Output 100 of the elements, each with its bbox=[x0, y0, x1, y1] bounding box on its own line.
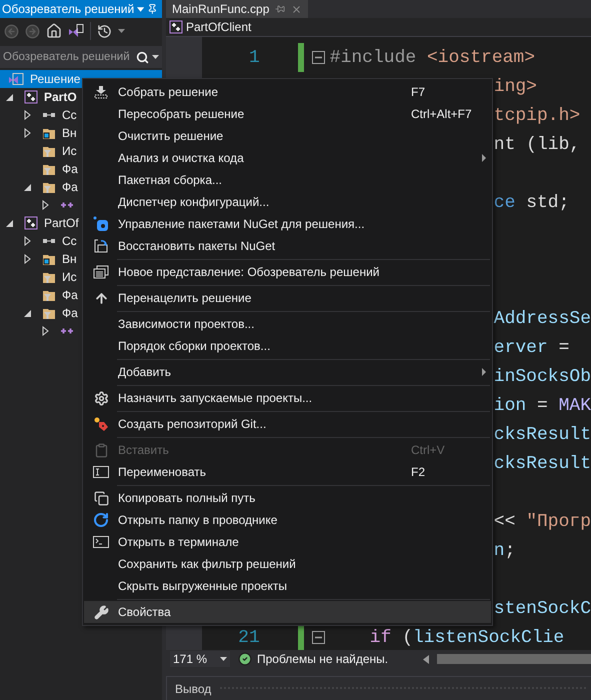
collapsed-arrow-icon[interactable] bbox=[24, 128, 31, 138]
folder-icon bbox=[42, 252, 56, 266]
build-icon bbox=[94, 85, 108, 99]
menu-item[interactable]: Сохранить как фильтр решений bbox=[84, 553, 491, 575]
expanded-arrow-icon[interactable] bbox=[24, 310, 31, 316]
menu-item[interactable]: Восстановить пакеты NuGet bbox=[84, 235, 491, 257]
menu-item[interactable]: Переименовать F2 bbox=[84, 461, 491, 483]
tree-item[interactable]: Вн bbox=[0, 124, 77, 142]
menu-item[interactable]: Пересобрать решение Ctrl+Alt+F7 bbox=[84, 103, 491, 125]
plus-plus-icon bbox=[60, 326, 74, 336]
tree-label: Сс bbox=[62, 234, 77, 248]
redo-arrow-icon bbox=[93, 512, 109, 528]
dropdown-caret-icon bbox=[220, 657, 227, 661]
code-line: erver = bbox=[494, 338, 570, 358]
menu-item[interactable]: Перенацелить решение bbox=[84, 287, 491, 309]
close-icon[interactable] bbox=[291, 4, 302, 14]
collapsed-arrow-icon[interactable] bbox=[42, 200, 49, 210]
zoom-dropdown[interactable]: 171 % bbox=[170, 651, 230, 667]
expanded-arrow-icon[interactable] bbox=[6, 220, 13, 226]
project-icon bbox=[169, 20, 183, 34]
expanded-arrow-icon[interactable] bbox=[6, 94, 13, 100]
history-icon[interactable] bbox=[97, 24, 112, 38]
menu-item[interactable]: Назначить запускаемые проекты... bbox=[84, 387, 491, 409]
collapsed-arrow-icon[interactable] bbox=[42, 326, 49, 336]
code-line: AddressSe bbox=[494, 308, 591, 328]
tree-item[interactable]: Фа bbox=[0, 178, 78, 196]
menu-item[interactable]: Открыть папку в проводнике bbox=[84, 509, 491, 531]
menu-item[interactable]: Анализ и очистка кода bbox=[84, 147, 491, 169]
search-icon[interactable] bbox=[136, 50, 149, 64]
code-line: #include <iostream> bbox=[330, 48, 536, 68]
tree-label: Ис bbox=[62, 270, 77, 284]
menu-item[interactable]: Пакетная сборка... bbox=[84, 169, 491, 191]
menu-item[interactable]: Скрыть выгруженные проекты bbox=[84, 575, 491, 597]
collapsed-arrow-icon[interactable] bbox=[24, 254, 31, 264]
solution-view-icon[interactable] bbox=[68, 23, 84, 39]
shortcut-text: F2 bbox=[411, 465, 426, 479]
collapsed-arrow-icon[interactable] bbox=[24, 110, 31, 120]
menu-item[interactable]: Очистить решение bbox=[84, 125, 491, 147]
window-icon bbox=[93, 265, 109, 279]
tag-icon bbox=[93, 416, 109, 432]
line-number: 1 bbox=[248, 48, 261, 68]
tree-item[interactable]: Ис bbox=[0, 142, 77, 160]
menu-item[interactable]: Копировать полный путь bbox=[84, 487, 491, 509]
scroll-left-icon[interactable] bbox=[423, 654, 429, 664]
menu-item[interactable]: Новое представление: Обозреватель решений bbox=[84, 261, 491, 283]
pin-icon[interactable] bbox=[275, 4, 286, 14]
menu-item[interactable]: Свойства bbox=[84, 601, 491, 623]
restore-icon bbox=[93, 238, 109, 254]
code-line: cksResult bbox=[494, 454, 591, 474]
collapse-icon[interactable] bbox=[312, 51, 325, 64]
filter-folder-icon bbox=[42, 162, 56, 176]
tree-item[interactable]: PartO bbox=[0, 88, 77, 106]
tree-item[interactable]: Ис bbox=[0, 268, 77, 286]
wrench-icon bbox=[94, 604, 108, 620]
filter-folder-icon bbox=[42, 144, 56, 158]
collapsed-arrow-icon[interactable] bbox=[24, 236, 31, 246]
home-icon[interactable] bbox=[46, 23, 62, 39]
rename-icon bbox=[93, 466, 109, 478]
collapse-icon[interactable] bbox=[312, 631, 325, 644]
package-icon bbox=[93, 216, 109, 232]
menu-item[interactable]: Диспетчер конфигураций... bbox=[84, 191, 491, 213]
tree-label: Вн bbox=[62, 126, 77, 140]
menu-item[interactable]: Создать репозиторий Git... bbox=[84, 413, 491, 435]
dropdown-caret-icon[interactable] bbox=[118, 29, 125, 33]
menu-item[interactable]: Управление пакетами NuGet для решения... bbox=[84, 213, 491, 235]
project-dropdown[interactable]: PartOfClient bbox=[166, 18, 591, 36]
menu-item[interactable]: Зависимости проектов... bbox=[84, 313, 491, 335]
tree-label: PartOf bbox=[44, 216, 79, 230]
tree-item[interactable]: PartOf bbox=[0, 214, 79, 232]
dropdown-caret-icon[interactable] bbox=[137, 6, 144, 12]
code-line: ing> bbox=[494, 76, 537, 96]
tree-item[interactable]: Вн bbox=[0, 250, 77, 268]
tree-item[interactable]: Сс bbox=[0, 106, 77, 124]
status-text: Проблемы не найдены. bbox=[257, 652, 388, 666]
shortcut-text: Ctrl+V bbox=[411, 443, 446, 457]
terminal-icon bbox=[93, 536, 109, 548]
search-field[interactable]: Обозреватель решений bbox=[0, 46, 162, 68]
code-line: ce std; bbox=[494, 192, 570, 212]
tree-item[interactable]: Сс bbox=[0, 232, 77, 250]
tree-label: PartO bbox=[44, 90, 77, 104]
tree-item[interactable]: Фа bbox=[0, 160, 78, 178]
tree-item[interactable]: Фа bbox=[0, 304, 78, 322]
code-line: nt (lib, bbox=[494, 134, 580, 154]
tree-label: Ис bbox=[62, 144, 77, 158]
tree-label: Фа bbox=[62, 180, 78, 194]
tree-label: Вн bbox=[62, 252, 77, 266]
settings-icon bbox=[94, 390, 108, 406]
expanded-arrow-icon[interactable] bbox=[24, 184, 31, 190]
menu-item[interactable]: Открыть в терминале bbox=[84, 531, 491, 553]
panel-title: Обозреватель решений bbox=[2, 2, 134, 16]
editor-tab[interactable]: MainRunFunc.cpp bbox=[166, 0, 308, 18]
pin-icon[interactable] bbox=[147, 3, 158, 15]
menu-item[interactable]: Добавить bbox=[84, 361, 491, 383]
scrollbar[interactable] bbox=[437, 654, 591, 664]
tree-item[interactable]: Фа bbox=[0, 286, 78, 304]
code-line: cksResult bbox=[494, 424, 591, 444]
menu-item[interactable]: Порядок сборки проектов... bbox=[84, 335, 491, 357]
code-line: tcpip.h> bbox=[494, 106, 580, 126]
dropdown-caret-icon[interactable] bbox=[152, 55, 159, 59]
check-icon bbox=[238, 652, 252, 666]
